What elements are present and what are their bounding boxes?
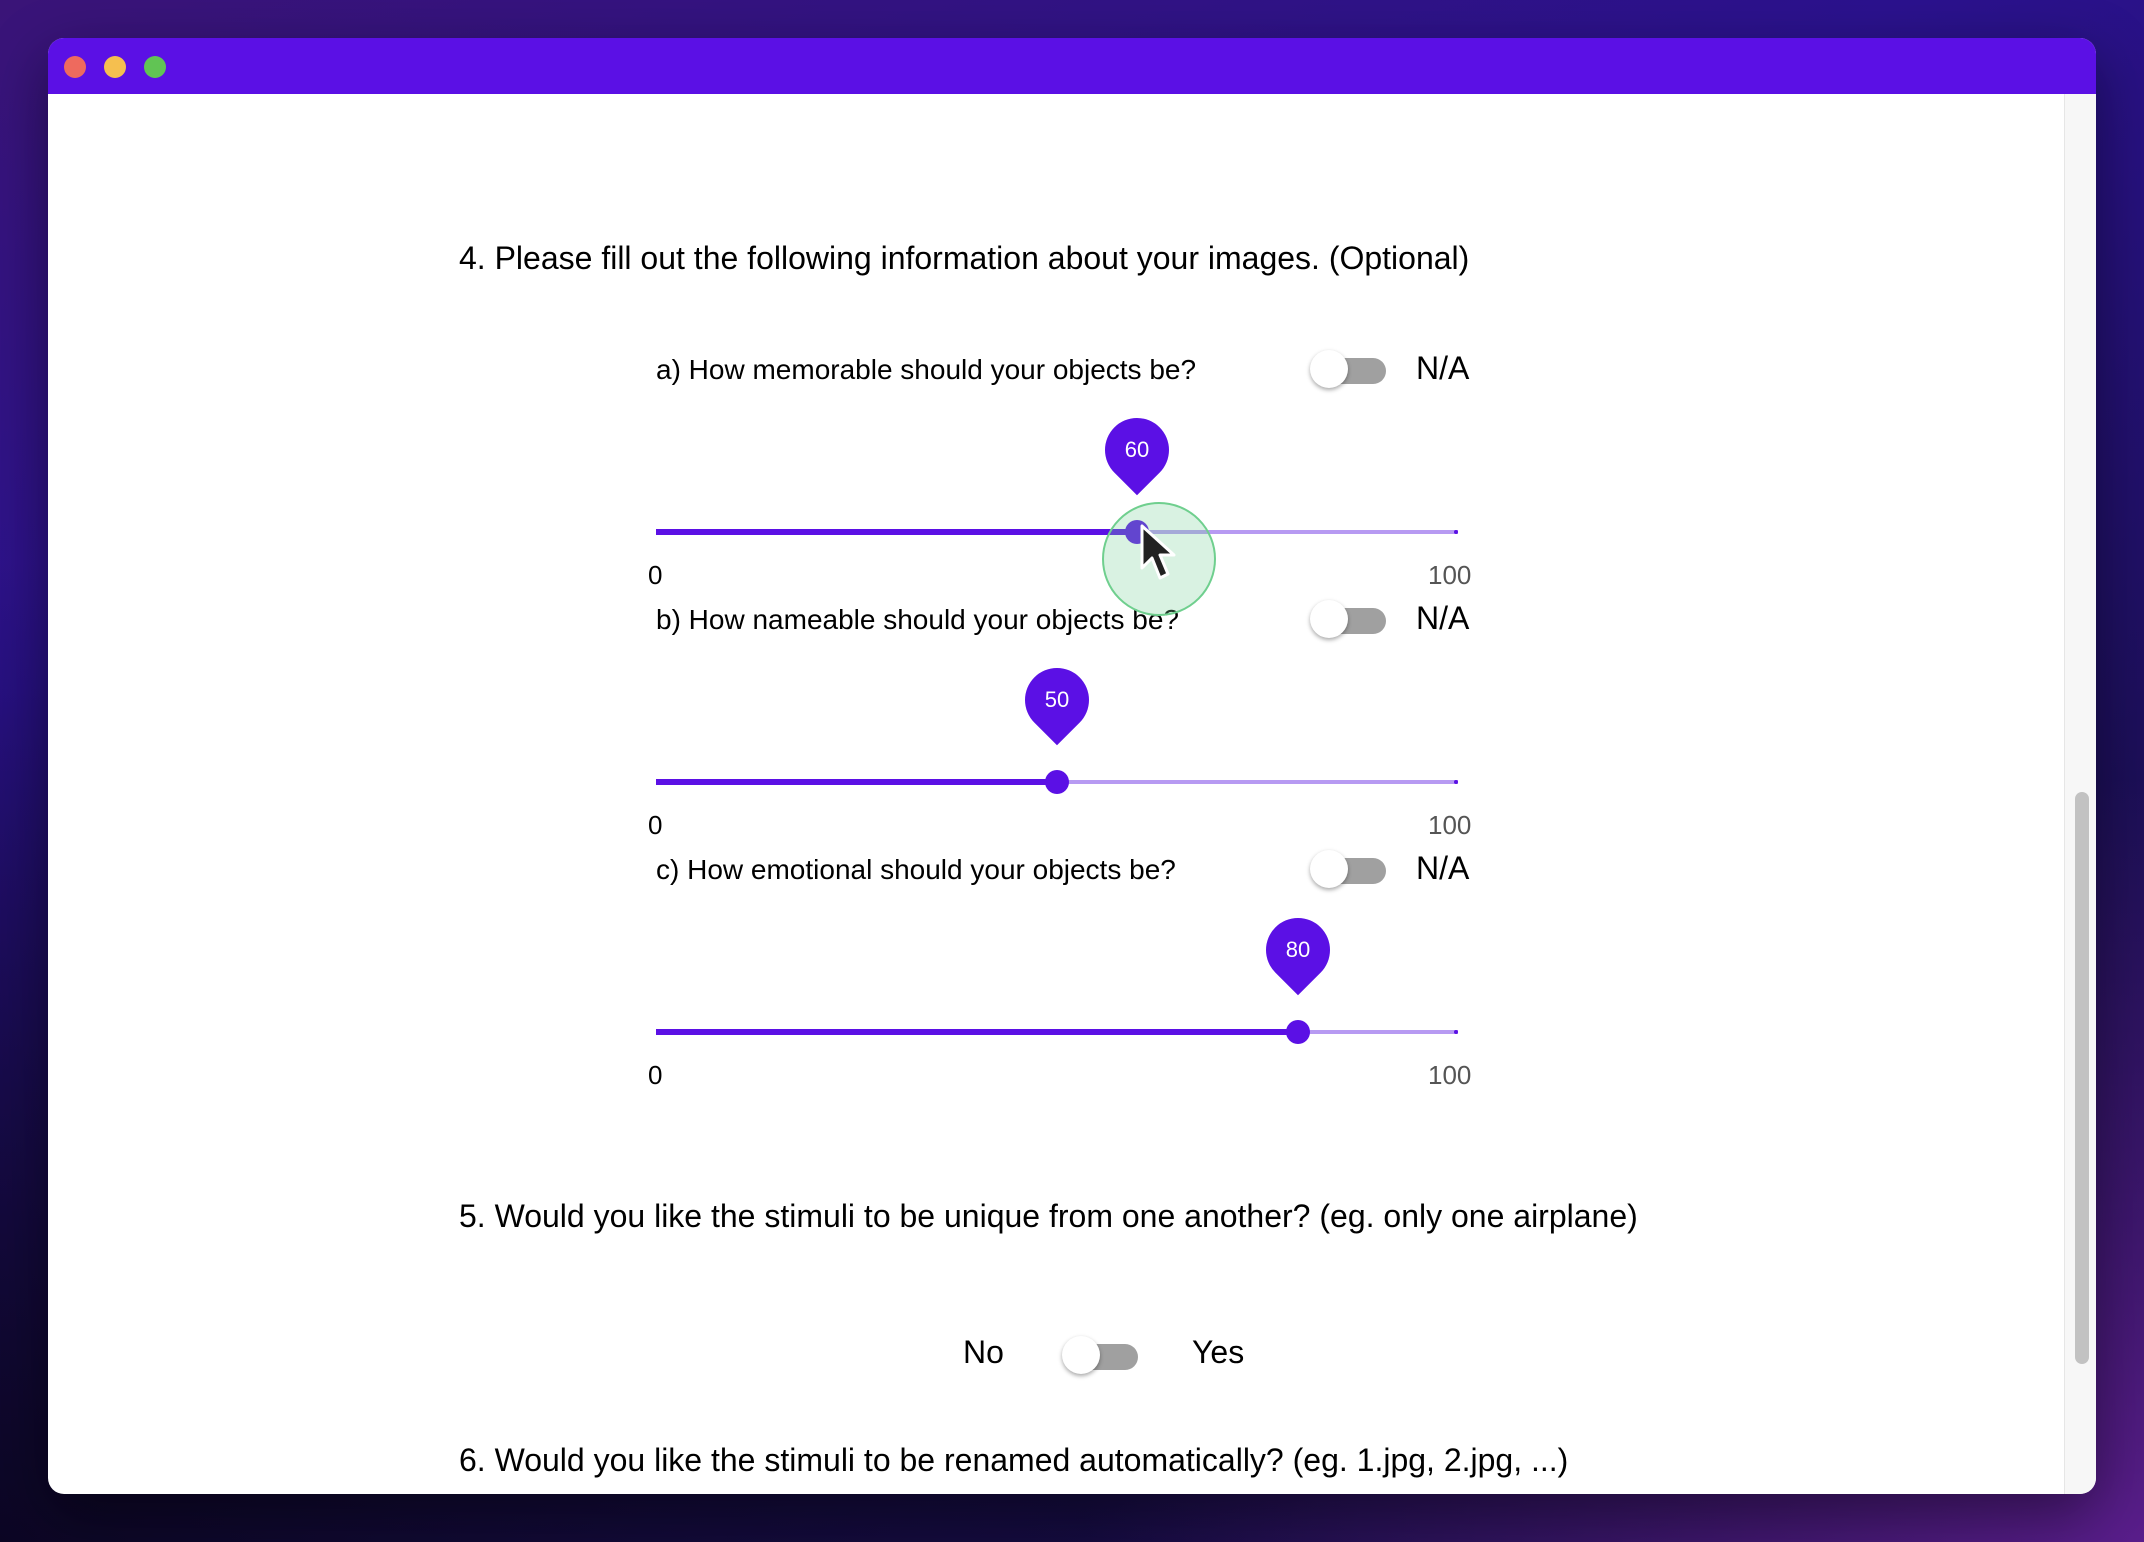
slider-a-question: a) How memorable should your objects be? [656, 354, 1197, 385]
slider-b[interactable]: 50 [656, 654, 1458, 794]
question-4-title: 4. Please fill out the following informa… [459, 240, 1470, 276]
slider-b-min: 0 [648, 810, 663, 840]
slider-value-bubble: 60 [1091, 404, 1183, 496]
slider-value-bubble: 50 [1011, 654, 1103, 746]
slider-fill [656, 779, 1057, 785]
slider-a-na-toggle[interactable] [1310, 348, 1390, 388]
minimize-button[interactable] [104, 56, 126, 78]
scrollbar-thumb[interactable] [2075, 792, 2089, 1364]
slider-fill [656, 529, 1137, 535]
slider-c[interactable]: 80 [656, 904, 1458, 1044]
unique-toggle[interactable] [1062, 1334, 1142, 1374]
question-6-title: 6. Would you like the stimuli to be rena… [459, 1442, 1569, 1478]
toggle-knob [1310, 600, 1348, 638]
slider-b-na-label: N/A [1416, 600, 1470, 636]
slider-a[interactable]: 60 [656, 404, 1458, 544]
slider-a-na-label: N/A [1416, 350, 1470, 386]
slider-end-dot [1454, 530, 1458, 534]
slider-a-max: 100 [1428, 560, 1472, 590]
slider-b-na-toggle[interactable] [1310, 598, 1390, 638]
slider-value-bubble: 80 [1252, 904, 1344, 996]
slider-value-label: 60 [1124, 437, 1150, 462]
title-bar [48, 38, 2096, 94]
unique-yes-label: Yes [1192, 1334, 1245, 1370]
scrollbar-track[interactable] [2064, 94, 2096, 1494]
slider-thumb[interactable] [1286, 1020, 1310, 1044]
slider-end-dot [1454, 780, 1458, 784]
slider-thumb[interactable] [1045, 770, 1069, 794]
mouse-cursor-icon [1140, 524, 1176, 580]
slider-c-question: c) How emotional should your objects be? [656, 854, 1176, 885]
app-window: 4. Please fill out the following informa… [48, 38, 2096, 1494]
slider-b-question: b) How nameable should your objects be? [656, 604, 1179, 635]
slider-value-label: 50 [1044, 687, 1070, 712]
toggle-knob [1310, 850, 1348, 888]
toggle-knob [1310, 350, 1348, 388]
slider-a-min: 0 [648, 560, 663, 590]
slider-value-label: 80 [1285, 937, 1311, 962]
slider-c-max: 100 [1428, 1060, 1472, 1090]
unique-no-label: No [963, 1334, 1004, 1370]
zoom-button[interactable] [144, 56, 166, 78]
question-5-title: 5. Would you like the stimuli to be uniq… [459, 1198, 1638, 1234]
toggle-knob [1062, 1336, 1100, 1374]
form-content: 4. Please fill out the following informa… [48, 94, 2064, 1494]
slider-c-na-toggle[interactable] [1310, 848, 1390, 888]
slider-end-dot [1454, 1030, 1458, 1034]
slider-b-max: 100 [1428, 810, 1472, 840]
slider-fill [656, 1029, 1298, 1035]
slider-c-na-label: N/A [1416, 850, 1470, 886]
slider-c-min: 0 [648, 1060, 663, 1090]
close-button[interactable] [64, 56, 86, 78]
